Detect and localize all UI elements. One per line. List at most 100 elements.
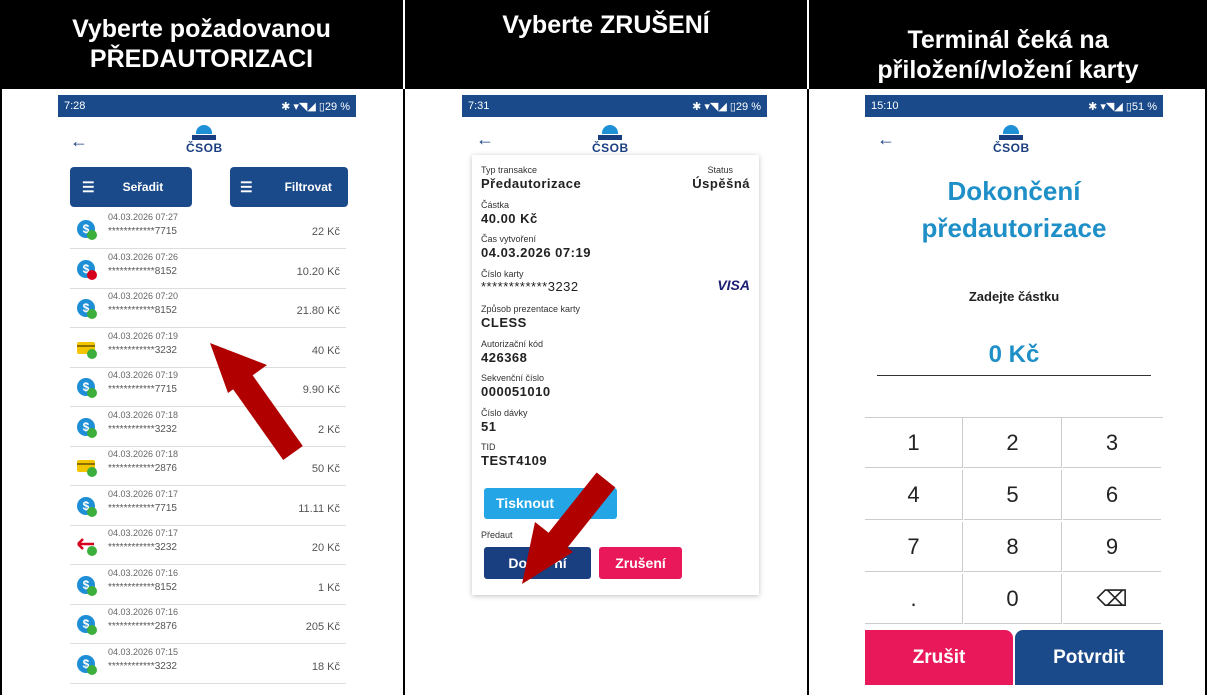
transaction-row[interactable]: $04.03.2026 07:20 ************8152 21.80 K… bbox=[70, 288, 346, 328]
filter-label: Filtrovat bbox=[284, 180, 332, 194]
keypad-key[interactable]: 9 bbox=[1063, 522, 1161, 572]
transaction-date: 04.03.2026 07:18 bbox=[108, 449, 179, 459]
transaction-amount: 18 Kč bbox=[311, 660, 340, 673]
backspace-key[interactable]: ⌫ bbox=[1063, 574, 1161, 624]
transaction-status-icon: $ bbox=[76, 298, 98, 320]
amount-display: 0 Kč bbox=[988, 341, 1040, 368]
keypad-key[interactable]: 7 bbox=[865, 522, 963, 572]
header-preauth: Vyberte požadovanou PŘEDAUTORIZACI bbox=[0, 0, 403, 89]
screen-title: Dokončení předautorizace bbox=[921, 176, 1107, 243]
status-label: Status bbox=[707, 165, 733, 175]
transaction-row[interactable]: $04.03.2026 07:26 ************8152 10.20 K… bbox=[70, 249, 346, 289]
back-arrow-icon[interactable]: ← bbox=[70, 131, 88, 152]
header-text: Vyberte ZRUŠENÍ bbox=[502, 11, 710, 39]
filter-icon: ☰ bbox=[240, 178, 253, 195]
print-button[interactable]: Tisknout bbox=[484, 488, 617, 519]
transaction-detail-card: Typ transakce Předautorizace Status Úspě… bbox=[472, 155, 759, 595]
type-label: Typ transakce bbox=[481, 165, 538, 175]
keypad-key[interactable]: 6 bbox=[1063, 470, 1161, 520]
csob-logo: ČSOB bbox=[993, 125, 1030, 155]
amount-prompt: Zadejte částku bbox=[968, 289, 1060, 304]
status-icons: ✱ ▾◥◢ ▯29 % bbox=[281, 100, 350, 113]
transaction-amount: 11.11 Kč bbox=[298, 502, 340, 515]
transaction-date: 04.03.2026 07:26 bbox=[108, 251, 179, 262]
created-value: 04.03.2026 07:19 bbox=[481, 245, 591, 260]
transaction-amount: 10.20 Kč bbox=[296, 265, 340, 278]
back-arrow-icon[interactable]: ← bbox=[476, 129, 494, 150]
keypad-key[interactable]: . bbox=[865, 574, 963, 624]
keypad-key[interactable]: 2 bbox=[964, 418, 1062, 468]
created-label: Čas vytvoření bbox=[481, 234, 537, 244]
transaction-date: 04.03.2026 07:16 bbox=[108, 607, 179, 617]
complete-button[interactable]: Dok ní bbox=[484, 547, 591, 579]
transaction-row[interactable]: 04.03.2026 07:18 ************2876 50 Kč bbox=[70, 446, 346, 486]
status-bar: 7:31 ✱ ▾◥◢ ▯29 % bbox=[462, 95, 767, 117]
transaction-card: ************7715 bbox=[108, 226, 177, 237]
transaction-date: 04.03.2026 07:20 bbox=[108, 291, 179, 301]
seq-label: Sekvenční číslo bbox=[481, 373, 545, 383]
keypad-key[interactable]: 5 bbox=[964, 470, 1062, 520]
transaction-status-icon bbox=[76, 535, 98, 557]
header-text: Vyberte požadovanou PŘEDAUTORIZACI bbox=[72, 15, 331, 73]
transaction-row[interactable]: $04.03.2026 07:16 ************8152 1 Kč bbox=[70, 565, 346, 605]
transaction-row[interactable]: 04.03.2026 07:19 ************3232 40 Kč bbox=[70, 328, 346, 368]
transaction-date: 04.03.2026 07:18 bbox=[108, 409, 179, 420]
header-text: Terminál čeká na přiložení/vložení karty bbox=[877, 26, 1139, 84]
auth-label: Autorizační kód bbox=[481, 339, 544, 349]
transaction-date: 04.03.2026 07:16 bbox=[108, 567, 179, 578]
header-cancel: Vyberte ZRUŠENÍ bbox=[405, 0, 807, 89]
transaction-card: ************3232 bbox=[108, 423, 177, 435]
transaction-card: ************2876 bbox=[108, 463, 177, 474]
sort-button[interactable]: ☰ Seřadit bbox=[70, 167, 192, 207]
confirm-button[interactable]: Potvrdit bbox=[1015, 630, 1163, 685]
transaction-row[interactable]: $04.03.2026 07:16 ************2876 205 Kč bbox=[70, 604, 346, 644]
transaction-row[interactable]: $04.03.2026 07:18 ************3232 2 Kč bbox=[70, 407, 346, 447]
transaction-status-icon: $ bbox=[76, 496, 98, 518]
transaction-status-icon: $ bbox=[76, 614, 98, 636]
transaction-amount: 205 Kč bbox=[305, 621, 340, 633]
sort-label: Seřadit bbox=[122, 180, 164, 194]
batch-value: 51 bbox=[481, 419, 497, 434]
cancel-button[interactable]: Zrušit bbox=[865, 630, 1013, 685]
transaction-card: ************8152 bbox=[108, 305, 177, 316]
back-arrow-icon[interactable]: ← bbox=[877, 129, 895, 150]
numeric-keypad: 1 2 3 4 5 6 7 8 9. 0 ⌫ bbox=[865, 417, 1163, 627]
status-time: 7:31 bbox=[468, 100, 490, 112]
phone-transaction-list: 7:28 ✱ ▾◥◢ ▯29 % ← ČSOB ☰ Seřadit ☰ Filt… bbox=[58, 95, 356, 695]
keypad-key[interactable]: 3 bbox=[1063, 418, 1161, 468]
transaction-status-icon: $ bbox=[76, 377, 98, 399]
transaction-amount: 1 Kč bbox=[317, 581, 340, 594]
transaction-row[interactable]: $04.03.2026 07:27 ************7715 22 Kč bbox=[70, 209, 346, 249]
keypad-key[interactable]: 8 bbox=[964, 522, 1062, 572]
transaction-amount: 20 Kč bbox=[311, 542, 340, 554]
transaction-status-icon: $ bbox=[76, 575, 98, 597]
phone-amount-entry: 15:10 ✱ ▾◥◢ ▯51 % ← ČSOB Dokončení předa… bbox=[865, 95, 1163, 695]
tid-label: TID bbox=[481, 442, 496, 452]
transaction-date: 04.03.2026 07:15 bbox=[108, 646, 179, 657]
card-label: Číslo karty bbox=[481, 269, 524, 279]
transaction-status-icon bbox=[76, 456, 98, 478]
transaction-card: ************3232 bbox=[108, 344, 177, 356]
card-value: ************3232 bbox=[481, 279, 579, 294]
transaction-card: ************7715 bbox=[108, 502, 177, 514]
filter-button[interactable]: ☰ Filtrovat bbox=[230, 167, 348, 207]
status-bar: 15:10 ✱ ▾◥◢ ▯51 % bbox=[865, 95, 1163, 117]
status-icons: ✱ ▾◥◢ ▯29 % bbox=[692, 100, 761, 113]
transaction-row[interactable]: $04.03.2026 07:15 ************3232 18 Kč bbox=[70, 644, 346, 684]
transaction-date: 04.03.2026 07:19 bbox=[108, 330, 179, 341]
status-value: Úspěšná bbox=[692, 176, 750, 191]
keypad-key[interactable]: 4 bbox=[865, 470, 963, 520]
keypad-key[interactable]: 0 bbox=[964, 574, 1062, 624]
transaction-row[interactable]: 04.03.2026 07:17 ************3232 20 Kč bbox=[70, 525, 346, 565]
transaction-row[interactable]: $04.03.2026 07:19 ************7715 9.90 Kč bbox=[70, 367, 346, 407]
transaction-amount: 21.80 Kč bbox=[296, 305, 340, 317]
transaction-date: 04.03.2026 07:19 bbox=[108, 370, 179, 380]
amount-underline bbox=[877, 375, 1151, 376]
keypad-key[interactable]: 1 bbox=[865, 418, 963, 468]
transaction-row[interactable]: $04.03.2026 07:17 ************7715 11.11 K… bbox=[70, 486, 346, 526]
transaction-status-icon: $ bbox=[76, 259, 98, 281]
batch-label: Číslo dávky bbox=[481, 408, 528, 418]
transaction-card: ************7715 bbox=[108, 384, 177, 395]
tid-value: TEST4109 bbox=[481, 453, 548, 468]
cancel-button[interactable]: Zrušení bbox=[599, 547, 682, 579]
